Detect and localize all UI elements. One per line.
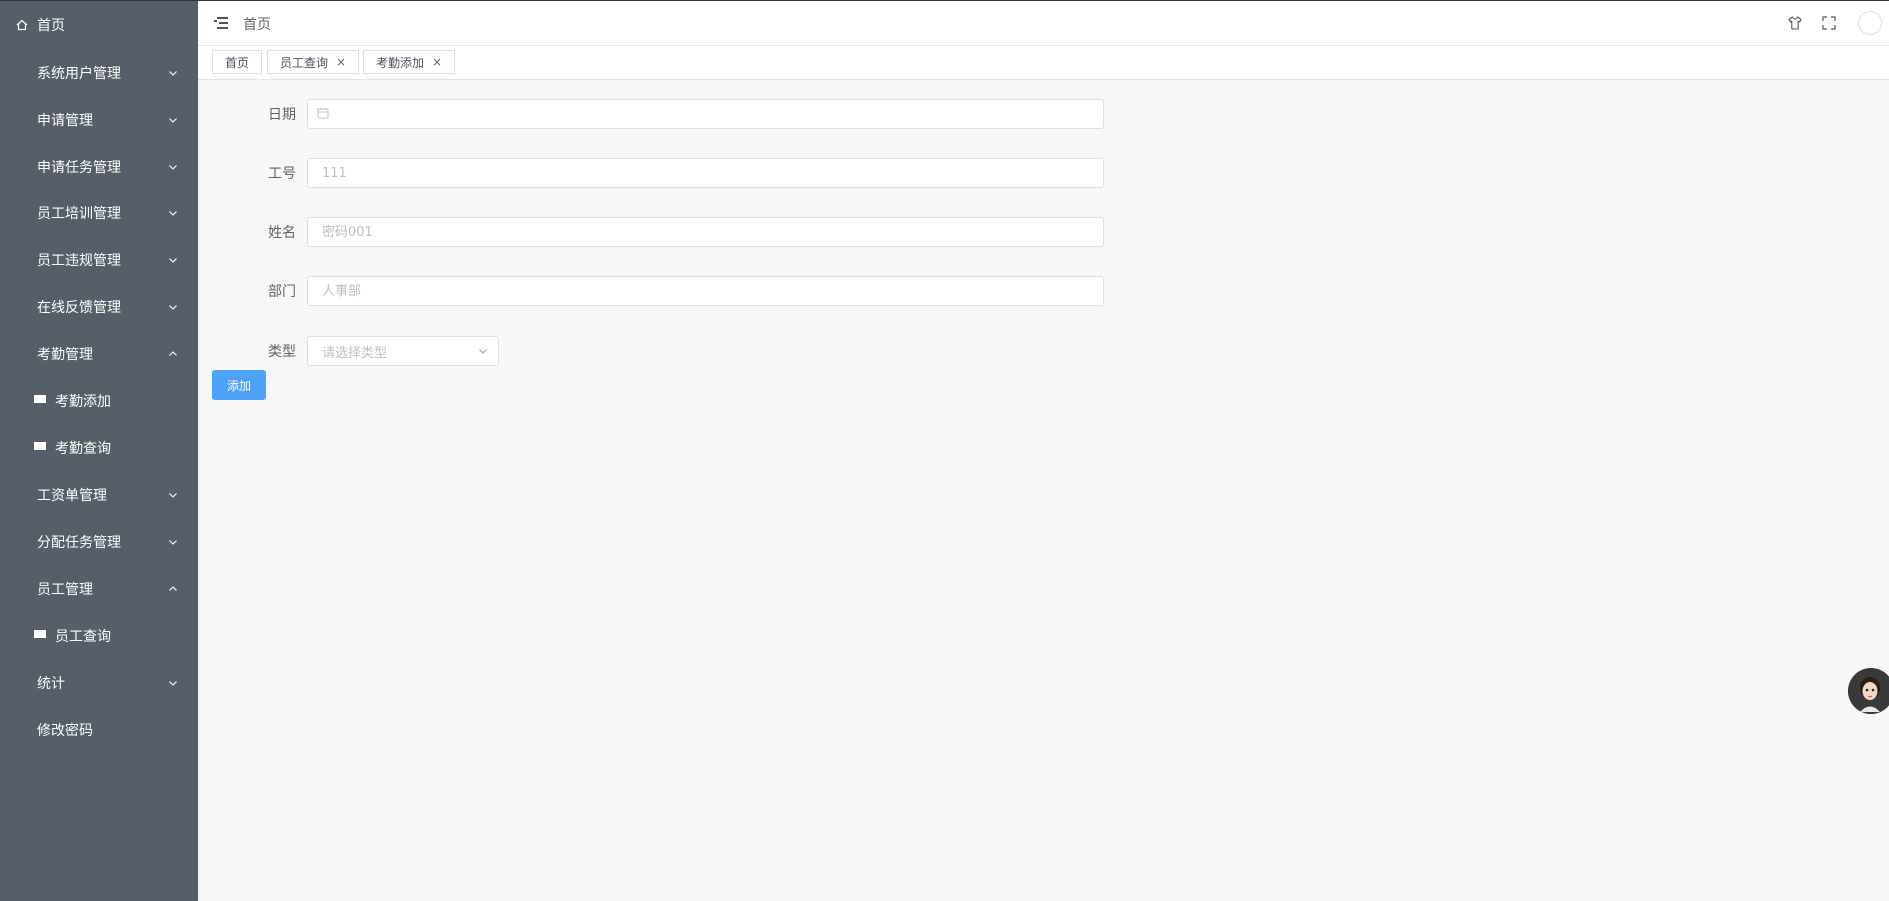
add-button[interactable]: 添加 bbox=[212, 370, 266, 400]
tab-employee-query[interactable]: 员工查询 × bbox=[267, 50, 360, 74]
grid-icon bbox=[16, 254, 28, 266]
sidebar-item-applications[interactable]: 申请管理 bbox=[0, 96, 198, 143]
sidebar-item-label: 分配任务管理 bbox=[37, 534, 121, 551]
sidebar-item-label: 员工违规管理 bbox=[37, 252, 121, 269]
sidebar-item-system-users[interactable]: 系统用户管理 bbox=[0, 49, 198, 96]
tab-label: 考勤添加 bbox=[376, 55, 425, 70]
sidebar-item-label: 首页 bbox=[37, 17, 65, 34]
employee-no-label: 工号 bbox=[268, 166, 296, 182]
sidebar-item-label: 申请任务管理 bbox=[37, 159, 121, 176]
sidebar-item-application-tasks[interactable]: 申请任务管理 bbox=[0, 143, 198, 190]
grid-icon bbox=[16, 489, 28, 501]
grid-icon bbox=[16, 348, 28, 360]
date-label: 日期 bbox=[268, 107, 296, 123]
grid-icon bbox=[16, 301, 28, 313]
sidebar-item-label: 考勤管理 bbox=[37, 346, 93, 363]
type-label: 类型 bbox=[268, 344, 296, 360]
chevron-down-icon bbox=[169, 680, 177, 686]
sidebar-item-label: 工资单管理 bbox=[37, 487, 107, 504]
grid-icon bbox=[16, 67, 28, 79]
department-input[interactable] bbox=[307, 276, 1104, 306]
tab-label: 员工查询 bbox=[280, 55, 329, 70]
menu-toggle-icon[interactable] bbox=[214, 16, 228, 29]
sidebar-item-training[interactable]: 员工培训管理 bbox=[0, 189, 198, 236]
tab-label: 首页 bbox=[225, 55, 250, 70]
theme-shirt-icon[interactable] bbox=[1787, 15, 1803, 31]
sidebar-item-payroll[interactable]: 工资单管理 bbox=[0, 471, 198, 518]
chevron-down-icon bbox=[169, 539, 177, 545]
assistant-avatar[interactable] bbox=[1848, 668, 1889, 714]
grid-icon bbox=[16, 724, 28, 736]
apps-icon bbox=[34, 394, 46, 407]
top-header: 首页 bbox=[198, 1, 1889, 46]
grid-icon bbox=[16, 161, 28, 173]
chevron-up-icon bbox=[169, 350, 177, 356]
sidebar-item-home[interactable]: 首页 bbox=[0, 1, 198, 48]
chevron-down-icon bbox=[169, 164, 177, 170]
grid-icon bbox=[16, 536, 28, 548]
sidebar-item-statistics[interactable]: 统计 bbox=[0, 659, 198, 706]
department-label: 部门 bbox=[268, 284, 296, 300]
sidebar-item-attendance-query[interactable]: 考勤查询 bbox=[0, 424, 198, 471]
chevron-down-icon bbox=[169, 210, 177, 216]
sidebar-item-violations[interactable]: 员工违规管理 bbox=[0, 236, 198, 283]
grid-icon bbox=[16, 114, 28, 126]
fullscreen-icon[interactable] bbox=[1821, 15, 1837, 31]
chevron-down-icon bbox=[169, 117, 177, 123]
apps-icon bbox=[34, 629, 46, 642]
sidebar-item-employee-query[interactable]: 员工查询 bbox=[0, 612, 198, 659]
type-select-placeholder: 请选择类型 bbox=[322, 345, 388, 361]
sidebar-item-label: 统计 bbox=[37, 675, 65, 692]
tab-home[interactable]: 首页 bbox=[212, 50, 263, 74]
sidebar: 首页 系统用户管理 申请管理 申请任务管理 员工培训管理 员工违规管理 在线反馈… bbox=[0, 0, 198, 901]
sidebar-item-change-password[interactable]: 修改密码 bbox=[0, 706, 198, 753]
grid-icon bbox=[16, 677, 28, 689]
sidebar-item-employees[interactable]: 员工管理 bbox=[0, 565, 198, 612]
close-icon[interactable]: × bbox=[336, 56, 346, 68]
name-input[interactable] bbox=[307, 217, 1104, 247]
sidebar-item-label: 考勤添加 bbox=[55, 393, 111, 410]
sidebar-item-label: 考勤查询 bbox=[55, 440, 111, 457]
chevron-down-icon bbox=[479, 349, 487, 354]
sidebar-item-task-assignment[interactable]: 分配任务管理 bbox=[0, 518, 198, 565]
chevron-down-icon bbox=[169, 304, 177, 310]
home-icon bbox=[16, 19, 28, 30]
grid-icon bbox=[16, 207, 28, 219]
employee-no-input[interactable] bbox=[307, 158, 1104, 188]
sidebar-item-label: 在线反馈管理 bbox=[37, 299, 121, 316]
sidebar-item-label: 员工查询 bbox=[55, 628, 111, 645]
chevron-down-icon bbox=[169, 492, 177, 498]
sidebar-item-label: 申请管理 bbox=[37, 112, 93, 129]
window-top-border bbox=[0, 0, 1889, 1]
sidebar-item-attendance[interactable]: 考勤管理 bbox=[0, 330, 198, 377]
apps-icon bbox=[34, 441, 46, 454]
sidebar-item-attendance-add[interactable]: 考勤添加 bbox=[0, 377, 198, 424]
date-picker-input[interactable] bbox=[307, 99, 1104, 129]
chevron-down-icon bbox=[169, 70, 177, 76]
sidebar-item-label: 员工管理 bbox=[37, 581, 93, 598]
grid-icon bbox=[16, 583, 28, 595]
sidebar-item-label: 系统用户管理 bbox=[37, 65, 121, 82]
calendar-icon bbox=[317, 108, 329, 119]
user-avatar[interactable] bbox=[1858, 11, 1882, 35]
breadcrumb[interactable]: 首页 bbox=[243, 14, 271, 34]
close-icon[interactable]: × bbox=[432, 56, 442, 68]
name-label: 姓名 bbox=[268, 225, 296, 241]
tab-attendance-add[interactable]: 考勤添加 × bbox=[363, 50, 456, 74]
sidebar-item-label: 员工培训管理 bbox=[37, 205, 121, 222]
avatar-portrait-icon bbox=[1848, 668, 1889, 714]
sidebar-item-label: 修改密码 bbox=[37, 722, 93, 739]
type-select[interactable]: 请选择类型 bbox=[307, 336, 499, 366]
chevron-up-icon bbox=[169, 585, 177, 591]
sidebar-item-feedback[interactable]: 在线反馈管理 bbox=[0, 283, 198, 330]
tags-view-bar: 首页 员工查询 × 考勤添加 × bbox=[198, 46, 1889, 80]
chevron-down-icon bbox=[169, 257, 177, 263]
